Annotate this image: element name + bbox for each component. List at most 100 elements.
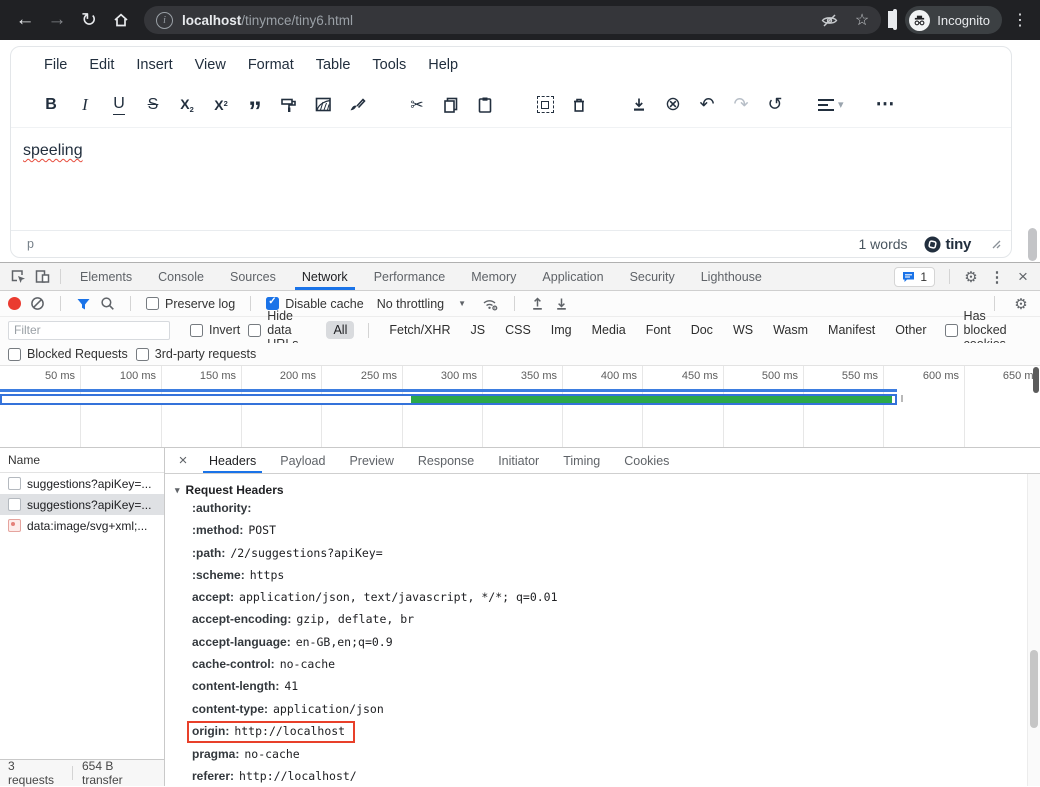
tab-memory[interactable]: Memory [458,263,529,290]
request-row[interactable]: data:image/svg+xml;... [0,515,164,536]
align-dropdown-button[interactable]: ▾ [818,96,844,114]
filter-type-doc[interactable]: Doc [691,323,713,337]
back-icon[interactable]: ← [10,5,40,35]
tab-network[interactable]: Network [289,263,361,290]
checkbox-unchecked-icon[interactable] [146,297,159,310]
menu-tools[interactable]: Tools [361,57,417,73]
tab-lighthouse[interactable]: Lighthouse [688,263,775,290]
select-all-button[interactable] [528,90,562,120]
filter-type-other[interactable]: Other [895,323,926,337]
preserve-log-checkbox[interactable]: Preserve log [146,297,235,311]
forward-icon[interactable]: → [42,5,72,35]
copy-button[interactable] [434,90,468,120]
filter-type-media[interactable]: Media [592,323,626,337]
format-painter-button[interactable] [272,90,306,120]
request-list-column-header[interactable]: Name [0,448,164,473]
import-har-icon[interactable] [530,296,545,311]
filter-type-all[interactable]: All [326,321,354,339]
tab-console[interactable]: Console [145,263,217,290]
editor-content-area[interactable]: speeling [11,128,1011,230]
network-conditions-icon[interactable] [481,296,499,312]
resize-handle[interactable] [991,239,1001,249]
devtools-menu-icon[interactable]: ⋮ [986,268,1008,286]
underline-button[interactable]: U [102,90,136,120]
details-scrollbar[interactable] [1027,474,1040,786]
incognito-chip[interactable]: Incognito [905,6,1002,34]
tab-elements[interactable]: Elements [67,263,145,290]
issues-badge[interactable]: 1 [894,267,935,287]
highlight-brush-button[interactable] [340,90,374,120]
menu-help[interactable]: Help [417,57,469,73]
word-count[interactable]: 1 words [859,236,908,252]
reload-icon[interactable]: ↻ [74,5,104,35]
restore-draft-button[interactable]: ↺ [758,90,792,120]
bookmark-star-icon[interactable]: ☆ [855,10,869,30]
paste-button[interactable] [468,90,502,120]
details-scrollbar-thumb[interactable] [1030,650,1038,728]
menu-table[interactable]: Table [305,57,362,73]
network-overview[interactable]: 50 ms100 ms150 ms200 ms250 ms300 ms350 m… [0,366,1040,448]
menu-format[interactable]: Format [237,57,305,73]
page-scrollbar-thumb[interactable] [1028,228,1037,261]
invert-checkbox[interactable]: Invert [190,323,240,337]
filter-type-js[interactable]: JS [471,323,486,337]
export-har-icon[interactable] [554,296,569,311]
tab-performance[interactable]: Performance [361,263,459,290]
menu-view[interactable]: View [184,57,237,73]
filter-type-ws[interactable]: WS [733,323,753,337]
record-button[interactable] [8,297,21,310]
details-close-icon[interactable]: × [173,452,193,469]
tab-application[interactable]: Application [529,263,616,290]
home-icon[interactable] [106,5,136,35]
filter-type-fetch-xhr[interactable]: Fetch/XHR [389,323,450,337]
blockquote-button[interactable]: ” [238,84,272,126]
element-path[interactable]: p [27,237,34,251]
detail-tab-response[interactable]: Response [406,448,486,473]
disclosure-triangle-icon[interactable]: ▾ [175,485,180,496]
devtools-settings-icon[interactable]: ⚙ [960,268,982,286]
tiny-logo[interactable]: tiny [924,236,971,253]
blocked-requests-checkbox[interactable]: Blocked Requests [8,347,128,361]
detail-tab-payload[interactable]: Payload [268,448,337,473]
checkbox-unchecked-icon[interactable] [248,324,261,337]
filter-toggle-icon[interactable] [76,297,91,311]
subscript-button[interactable]: X2 [170,90,204,120]
undo-button[interactable]: ↶ [690,90,724,120]
detail-tab-preview[interactable]: Preview [337,448,405,473]
tab-sources[interactable]: Sources [217,263,289,290]
detail-tab-cookies[interactable]: Cookies [612,448,681,473]
export-download-button[interactable] [622,90,656,120]
strikethrough-button[interactable]: S [136,90,170,120]
detail-tab-headers[interactable]: Headers [197,448,268,473]
devtools-close-icon[interactable]: × [1012,267,1034,287]
checkbox-unchecked-icon[interactable] [190,324,203,337]
permanent-pen-button[interactable] [306,90,340,120]
checkbox-unchecked-icon[interactable] [945,324,958,337]
checkbox-unchecked-icon[interactable] [136,348,149,361]
superscript-button[interactable]: X2 [204,90,238,120]
cut-button[interactable]: ✂ [400,90,434,120]
filter-input[interactable] [8,321,170,340]
checkbox-checked-icon[interactable] [266,297,279,310]
filter-type-manifest[interactable]: Manifest [828,323,875,337]
detail-tab-initiator[interactable]: Initiator [486,448,551,473]
italic-button[interactable]: I [68,90,102,120]
request-row-selected[interactable]: suggestions?apiKey=... [0,494,164,515]
filter-type-img[interactable]: Img [551,323,572,337]
device-toolbar-icon[interactable] [30,266,54,288]
filter-type-css[interactable]: CSS [505,323,531,337]
address-bar[interactable]: i localhost/tinymce/tiny6.html ☆ [144,6,881,34]
filter-type-wasm[interactable]: Wasm [773,323,808,337]
browser-menu-icon[interactable]: ⋮ [1010,10,1030,30]
eye-off-icon[interactable] [820,11,839,30]
misspelled-word[interactable]: speeling [23,142,83,159]
request-row[interactable]: suggestions?apiKey=... [0,473,164,494]
bold-button[interactable]: B [34,90,68,120]
menu-file[interactable]: File [33,57,78,73]
site-info-icon[interactable]: i [156,12,173,29]
redo-button[interactable]: ↷ [724,90,758,120]
throttling-select[interactable]: No throttling ▼ [377,297,466,311]
side-panel-icon[interactable] [893,11,897,29]
url-text[interactable]: localhost/tinymce/tiny6.html [182,13,353,28]
toolbar-overflow-button[interactable]: ⋯ [876,93,896,116]
